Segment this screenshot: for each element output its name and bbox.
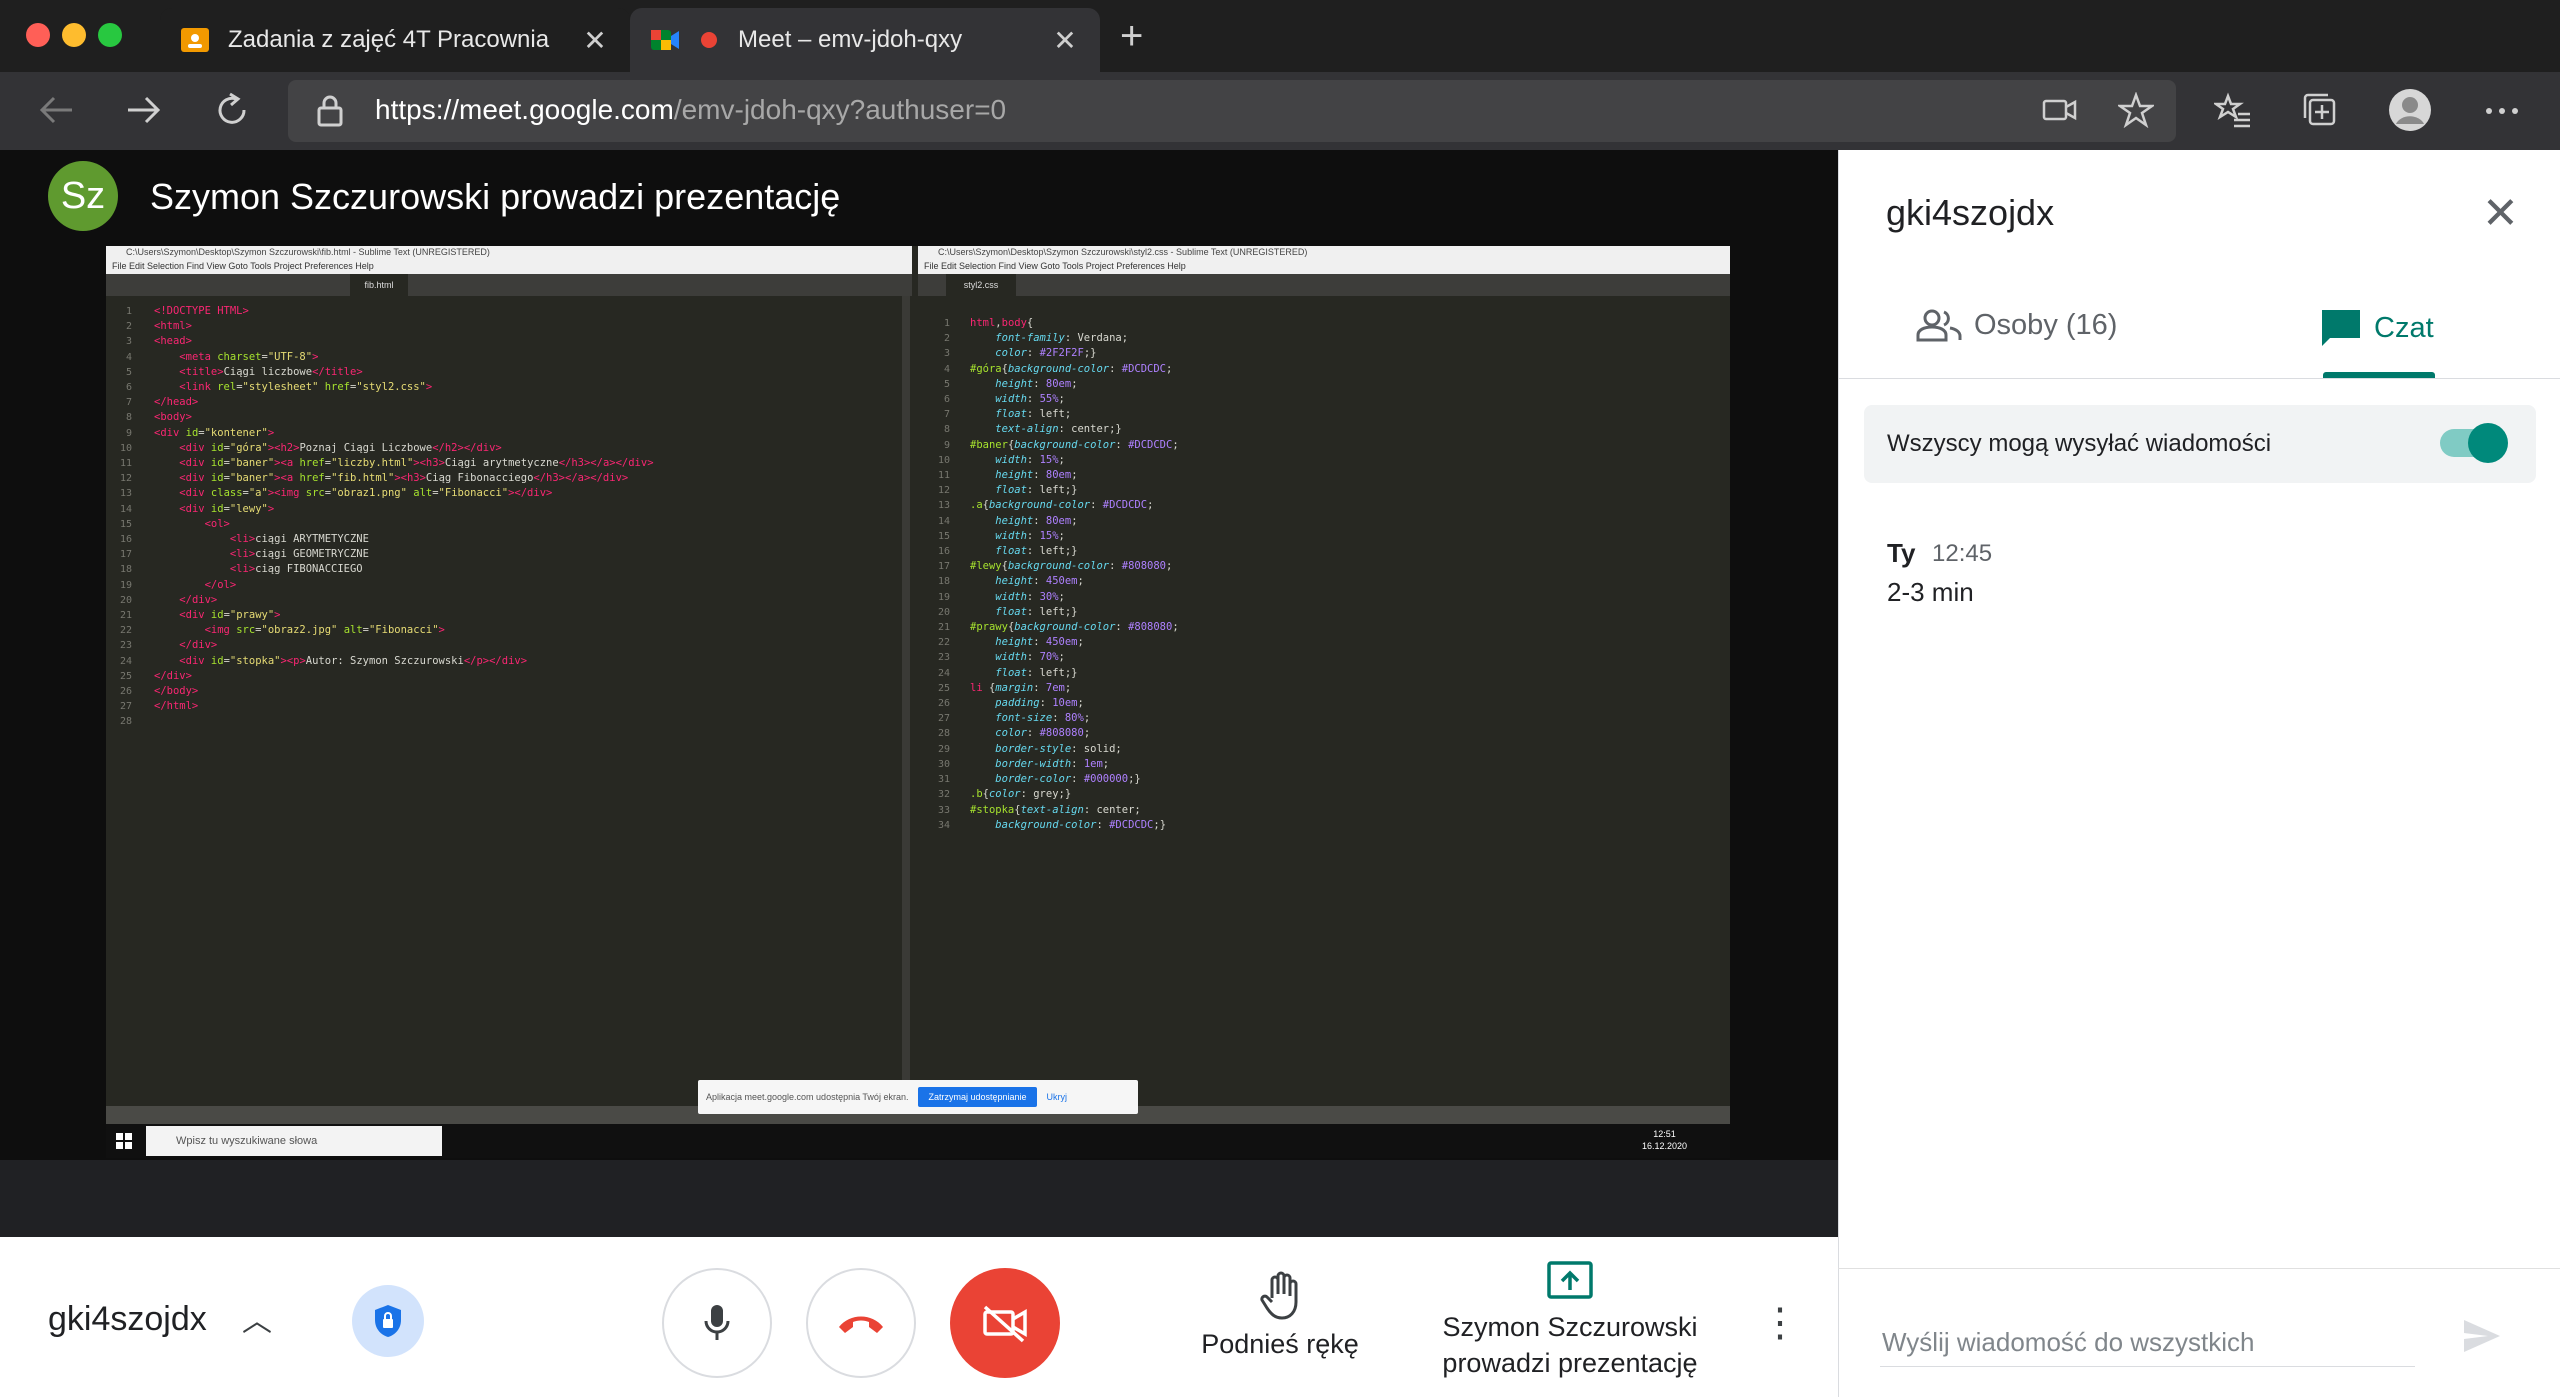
clock-date: 16.12.2020 bbox=[1642, 1141, 1688, 1151]
hang-up-icon bbox=[839, 1316, 883, 1333]
tab-chat-label: Czat bbox=[2374, 311, 2434, 344]
close-tab-icon[interactable]: ✕ bbox=[1050, 24, 1080, 57]
microphone-button[interactable] bbox=[662, 1268, 772, 1378]
raise-hand-icon bbox=[1260, 1271, 1298, 1320]
tab-title: Zadania z zajęć 4T Pracownia bbox=[228, 26, 550, 53]
url-text[interactable]: https://meet.google.com/emv-jdoh-qxy?aut… bbox=[375, 94, 1006, 126]
classroom-icon bbox=[181, 28, 209, 52]
camera-off-icon bbox=[983, 1305, 1027, 1343]
tab-classroom[interactable]: Zadania z zajęć 4T Pracownia ✕ bbox=[160, 8, 630, 72]
favorites-list-icon[interactable] bbox=[2214, 92, 2252, 128]
tab-meet[interactable]: Meet – emv-jdoh-qxy ✕ bbox=[630, 8, 1100, 72]
right-active-tab: styl2.css bbox=[946, 274, 1016, 296]
shield-lock-icon bbox=[375, 1305, 401, 1337]
browser-titlebar: Zadania z zajęć 4T Pracownia ✕ Meet – em… bbox=[0, 0, 2560, 72]
close-window-button[interactable] bbox=[26, 23, 50, 47]
presenter-title: Szymon Szczurowski prowadzi prezentację bbox=[150, 176, 841, 217]
back-icon[interactable] bbox=[36, 92, 76, 128]
tabs-divider bbox=[1838, 378, 2560, 379]
url-host: https://meet.google.com bbox=[375, 94, 674, 125]
left-window-menu: File Edit Selection Find View Goto Tools… bbox=[106, 258, 912, 274]
shared-screen: C:\Users\Szymon\Desktop\Szymon Szczurows… bbox=[106, 246, 1730, 1158]
windows-taskbar: Wpisz tu wyszukiwane słowa 12:51 16.12.20… bbox=[106, 1124, 1730, 1158]
left-active-tab: fib.html bbox=[350, 274, 408, 296]
tab-chat[interactable]: Czat bbox=[2320, 308, 2434, 348]
share-notice-text: Aplikacja meet.google.com udostępnia Twó… bbox=[706, 1092, 909, 1102]
toggle-knob[interactable] bbox=[2468, 423, 2508, 463]
screen-share-notice: Aplikacja meet.google.com udostępnia Twó… bbox=[698, 1080, 1138, 1114]
favorite-star-icon[interactable] bbox=[2118, 92, 2154, 128]
side-panel-title: gki4szojdx bbox=[1886, 192, 2055, 233]
reload-icon[interactable] bbox=[212, 90, 252, 130]
message-time: 12:45 bbox=[1932, 540, 1993, 567]
clock-time: 12:51 bbox=[1653, 1129, 1676, 1139]
send-icon[interactable] bbox=[2462, 1318, 2502, 1354]
leave-call-button[interactable] bbox=[806, 1268, 916, 1378]
right-code: html,body{ font-family: Verdana; color: … bbox=[970, 317, 1179, 831]
meeting-details-code[interactable]: gki4szojdx bbox=[48, 1300, 207, 1339]
taskbar-clock: 12:51 16.12.2020 bbox=[1642, 1128, 1687, 1152]
recording-dot-icon bbox=[701, 32, 717, 48]
presenter-avatar: Sz bbox=[48, 161, 118, 231]
hide-notice-button[interactable]: Ukryj bbox=[1047, 1092, 1068, 1102]
left-window-tabs: fib.html bbox=[106, 274, 912, 296]
raise-hand-label: Podnieś rękę bbox=[1201, 1329, 1359, 1359]
windows-start-icon[interactable] bbox=[116, 1133, 132, 1149]
more-options-button[interactable]: ⋮ bbox=[1760, 1300, 1800, 1346]
tab-people[interactable]: Osoby (16) bbox=[1916, 308, 2117, 342]
collections-icon[interactable] bbox=[2302, 92, 2338, 128]
maximize-window-button[interactable] bbox=[98, 23, 122, 47]
profile-avatar-icon[interactable] bbox=[2388, 88, 2432, 132]
forward-icon[interactable] bbox=[124, 92, 164, 128]
camera-in-use-icon[interactable] bbox=[2042, 96, 2078, 124]
minimize-window-button[interactable] bbox=[62, 23, 86, 47]
right-window-title: C:\Users\Szymon\Desktop\Szymon Szczurows… bbox=[918, 246, 1730, 258]
chevron-up-icon[interactable]: ︿ bbox=[242, 1296, 272, 1340]
left-scrollbar[interactable] bbox=[902, 296, 910, 1104]
taskbar-search[interactable]: Wpisz tu wyszukiwane słowa bbox=[146, 1126, 442, 1156]
right-window-menu: File Edit Selection Find View Goto Tools… bbox=[918, 258, 1730, 274]
url-path: /emv-jdoh-qxy?authuser=0 bbox=[673, 94, 1007, 125]
right-window-tabs: styl2.css bbox=[918, 274, 1730, 296]
host-controls-button[interactable] bbox=[352, 1285, 424, 1357]
tab-people-label: Osoby (16) bbox=[1974, 308, 2118, 341]
left-window-title: C:\Users\Szymon\Desktop\Szymon Szczurows… bbox=[106, 246, 912, 258]
chat-message-input[interactable] bbox=[1880, 1326, 2424, 1359]
message-sender: Ty bbox=[1887, 538, 1916, 568]
chat-input-underline bbox=[1880, 1366, 2415, 1367]
more-options-icon[interactable] bbox=[2484, 106, 2520, 116]
close-panel-icon[interactable]: ✕ bbox=[2482, 188, 2519, 239]
tab-title: Meet – emv-jdoh-qxy bbox=[738, 26, 963, 53]
new-tab-button[interactable]: + bbox=[1120, 14, 1143, 59]
camera-off-button[interactable] bbox=[950, 1268, 1060, 1378]
presenting-label: Szymon Szczurowski prowadzi prezentację bbox=[1442, 1312, 1698, 1378]
stop-sharing-button[interactable]: Zatrzymaj udostępnianie bbox=[918, 1087, 1037, 1107]
meet-icon bbox=[651, 30, 679, 50]
presenting-button[interactable]: Szymon Szczurowski prowadzi prezentację bbox=[1410, 1260, 1730, 1381]
message-text: 2-3 min bbox=[1887, 577, 1974, 607]
microphone-icon bbox=[704, 1305, 730, 1340]
present-screen-icon bbox=[1547, 1261, 1593, 1299]
lock-icon[interactable] bbox=[316, 94, 344, 128]
chat-input-divider bbox=[1838, 1268, 2560, 1269]
close-tab-icon[interactable]: ✕ bbox=[580, 24, 610, 57]
chat-icon bbox=[2322, 310, 2360, 346]
chat-permission-label: Wszyscy mogą wysyłać wiadomości bbox=[1887, 430, 2272, 457]
left-code: <!DOCTYPE HTML> <html> <head> <meta char… bbox=[154, 305, 654, 713]
people-icon bbox=[1916, 309, 1962, 342]
raise-hand-button[interactable]: Podnieś rękę bbox=[1150, 1270, 1410, 1360]
